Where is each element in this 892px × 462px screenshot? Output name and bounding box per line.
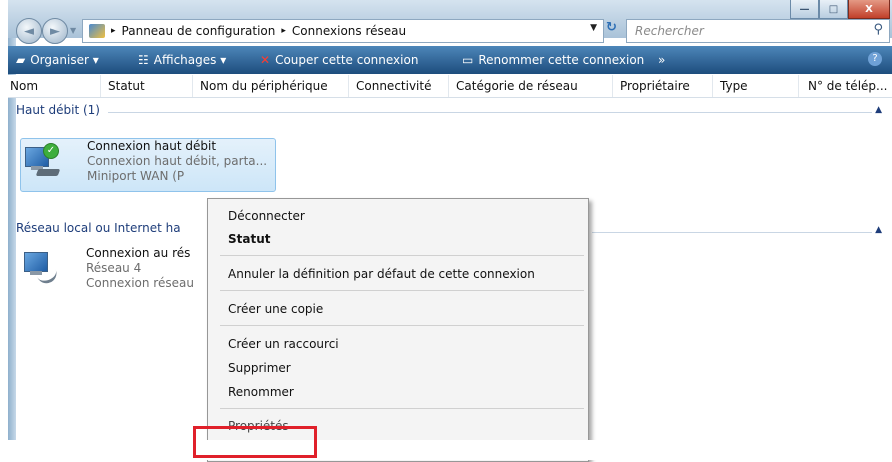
item-device: Connexion réseau <box>86 276 194 290</box>
column-header-name[interactable]: Nom <box>10 79 38 93</box>
search-placeholder: Rechercher <box>635 24 704 38</box>
red-x-icon: ✕ <box>260 53 271 67</box>
command-toolbar: ▰ Organiser ▾ ☷ Affichages ▾ ✕ Couper cette… <box>8 46 892 74</box>
connected-check-icon: ✓ <box>43 143 59 159</box>
column-header-phone-number[interactable]: N° de télép... <box>808 79 887 93</box>
column-header-connectivity[interactable]: Connectivité <box>356 79 431 93</box>
organize-label: Organiser ▾ <box>30 53 99 67</box>
item-details: Connexion au rés Réseau 4 Connexion rése… <box>86 246 194 291</box>
collapse-group-icon[interactable]: ▲ <box>875 225 882 235</box>
column-divider[interactable] <box>100 75 101 97</box>
menu-separator <box>220 290 584 291</box>
group-divider <box>592 232 872 233</box>
menu-item-cancel-default[interactable]: Annuler la définition par défaut de cett… <box>228 267 535 281</box>
highlight-box-properties <box>193 426 317 458</box>
item-device: Miniport WAN (P <box>87 169 185 183</box>
modem-icon <box>35 169 61 176</box>
item-name: Connexion haut débit <box>87 139 217 153</box>
monitor-icon <box>24 252 48 272</box>
item-status: Connexion haut débit, parta... <box>87 154 268 168</box>
menu-item-delete[interactable]: Supprimer <box>228 361 291 375</box>
column-divider[interactable] <box>192 75 193 97</box>
search-icon[interactable]: ⚲ <box>873 22 883 37</box>
menu-item-create-shortcut[interactable]: Créer un raccourci <box>228 337 339 351</box>
column-divider[interactable] <box>798 75 799 97</box>
views-label: Affichages ▾ <box>153 53 227 67</box>
address-dropdown-icon[interactable]: ▼ <box>590 23 597 33</box>
organize-button[interactable]: ▰ Organiser ▾ <box>16 53 99 67</box>
refresh-icon[interactable]: ↻ <box>606 20 624 40</box>
column-header-device[interactable]: Nom du périphérique <box>200 79 328 93</box>
back-button[interactable]: ◄ <box>16 18 42 44</box>
breadcrumb-separator[interactable]: ▸ <box>281 26 286 36</box>
list-item-broadband-connection[interactable]: ✓ Connexion haut débit Connexion haut dé… <box>20 138 276 192</box>
recent-pages-dropdown-icon[interactable]: ▼ <box>70 26 76 35</box>
item-name: Connexion au rés <box>86 246 191 260</box>
menu-item-status[interactable]: Statut <box>228 232 271 246</box>
page-margin <box>0 440 892 460</box>
column-divider[interactable] <box>712 75 713 97</box>
rename-label: Renommer cette connexion <box>478 53 645 67</box>
list-item-lan-connection[interactable]: Connexion au rés Réseau 4 Connexion rése… <box>20 244 220 296</box>
control-panel-icon <box>89 24 105 38</box>
menu-separator <box>220 408 584 409</box>
column-divider[interactable] <box>448 75 449 97</box>
breadcrumb-separator[interactable]: ▸ <box>111 26 116 36</box>
rename-button[interactable]: ▭ Renommer cette connexion <box>462 53 644 67</box>
menu-item-create-copy[interactable]: Créer une copie <box>228 302 323 316</box>
lan-connection-icon <box>24 252 60 287</box>
menu-separator <box>220 255 584 256</box>
views-icon: ☷ <box>138 53 149 67</box>
item-details: Connexion haut débit Connexion haut débi… <box>87 139 267 184</box>
navigation-bar: ◄ ► ▼ ▸ Panneau de configuration ▸ Conne… <box>8 16 892 46</box>
breadcrumb-network-connections[interactable]: Connexions réseau <box>292 24 406 38</box>
search-input[interactable]: Rechercher ⚲ <box>626 19 890 43</box>
column-header-status[interactable]: Statut <box>108 79 145 93</box>
group-header-broadband[interactable]: Haut débit (1) <box>16 103 100 117</box>
forward-button[interactable]: ► <box>42 18 68 44</box>
column-header-network-category[interactable]: Catégorie de réseau <box>456 79 578 93</box>
rename-icon: ▭ <box>462 53 474 67</box>
organize-icon: ▰ <box>16 53 26 67</box>
column-divider[interactable] <box>612 75 613 97</box>
disconnect-button[interactable]: ✕ Couper cette connexion <box>260 53 418 67</box>
menu-item-disconnect[interactable]: Déconnecter <box>228 209 305 223</box>
group-header-lan[interactable]: Réseau local ou Internet ha <box>16 221 181 235</box>
broadband-connection-icon: ✓ <box>25 143 61 177</box>
collapse-group-icon[interactable]: ▲ <box>875 105 882 115</box>
menu-separator <box>220 325 584 326</box>
column-headers: Nom Statut Nom du périphérique Connectiv… <box>8 75 892 98</box>
column-header-type[interactable]: Type <box>720 79 748 93</box>
column-divider[interactable] <box>348 75 349 97</box>
context-menu: Déconnecter Statut Annuler la définition… <box>207 198 589 462</box>
breadcrumb-control-panel[interactable]: Panneau de configuration <box>122 24 276 38</box>
item-status: Réseau 4 <box>86 261 142 275</box>
group-divider <box>108 112 872 113</box>
more-commands-button[interactable]: » <box>658 53 665 67</box>
help-icon[interactable]: ? <box>868 52 882 66</box>
column-header-owner[interactable]: Propriétaire <box>620 79 690 93</box>
views-button[interactable]: ☷ Affichages ▾ <box>138 53 226 67</box>
menu-item-rename[interactable]: Renommer <box>228 385 294 399</box>
address-bar[interactable]: ▸ Panneau de configuration ▸ Connexions … <box>82 19 604 43</box>
disconnect-label: Couper cette connexion <box>275 53 419 67</box>
